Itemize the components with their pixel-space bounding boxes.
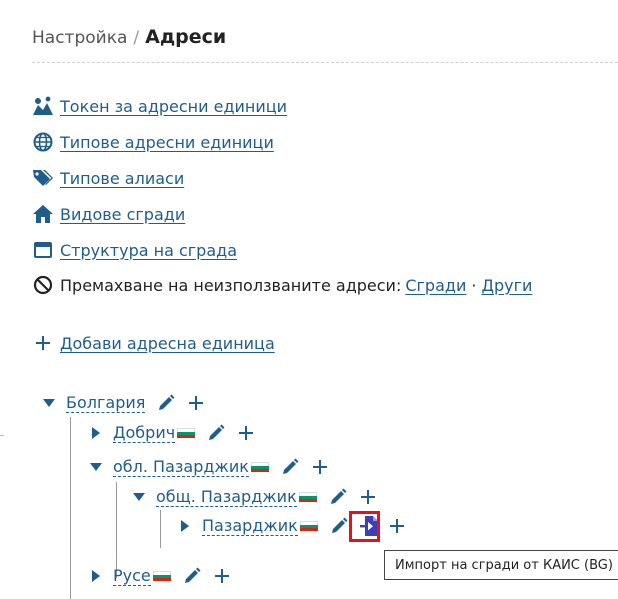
pencil-icon[interactable]	[327, 486, 349, 508]
breadcrumb-parent[interactable]: Настройка	[32, 28, 127, 48]
tags-icon	[32, 167, 54, 189]
bulgaria-flag-icon	[298, 492, 317, 502]
remove-separator: ·	[471, 275, 477, 295]
caret-down-icon[interactable]	[89, 463, 103, 471]
remove-unused-label: Премахване на неизползваните адреси:	[60, 275, 402, 295]
tree-node-pazardzhik-label[interactable]: Пазарджик	[202, 516, 298, 536]
plus-icon	[32, 332, 54, 354]
menu-aliases: Типове алиаси	[32, 166, 184, 190]
pencil-icon[interactable]	[279, 456, 301, 478]
caret-right-icon[interactable]	[178, 520, 192, 532]
caret-down-icon[interactable]	[42, 399, 56, 407]
bulgaria-flag-icon	[250, 462, 269, 472]
tree-node-obsht-pazardzhik-label[interactable]: общ. Пазарджик	[156, 487, 297, 507]
window-icon	[32, 239, 54, 261]
plus-icon[interactable]	[357, 486, 379, 508]
breadcrumb: Настройка / Адреси	[32, 26, 226, 48]
menu-types: Типове адресни единици	[32, 130, 274, 154]
add-unit-link[interactable]: Добави адресна единица	[60, 334, 275, 353]
tree-node-dobrich: Добрич	[89, 421, 257, 445]
globe-icon	[32, 131, 54, 153]
plus-icon[interactable]	[309, 456, 331, 478]
pencil-icon[interactable]	[328, 515, 350, 537]
menu-token: Токен за адресни единици	[32, 94, 287, 118]
plus-icon[interactable]	[211, 565, 233, 587]
tree-node-obl-pazardzhik-label[interactable]: обл. Пазарджик	[113, 457, 249, 477]
tree-guide-root	[70, 417, 71, 599]
menu-remove-unused: Премахване на неизползваните адреси: Сгр…	[32, 273, 532, 297]
caret-right-icon[interactable]	[89, 427, 103, 439]
tree-node-obl-pazardzhik: обл. Пазарджик	[89, 455, 331, 479]
tree-node-root: Болгария	[42, 391, 207, 415]
tree-node-ruse-label[interactable]: Русе	[113, 566, 151, 586]
plus-icon[interactable]	[185, 392, 207, 414]
tree-guide-obsht	[160, 510, 161, 548]
bulgaria-flag-icon	[299, 521, 318, 531]
import-highlight-box	[349, 511, 380, 542]
remove-buildings-link[interactable]: Сгради	[405, 276, 466, 295]
ban-icon	[32, 274, 54, 296]
bulgaria-flag-icon	[177, 428, 196, 438]
caret-right-icon[interactable]	[89, 570, 103, 582]
pencil-icon[interactable]	[155, 392, 177, 414]
plus-icon[interactable]	[235, 422, 257, 444]
map-pins-icon	[32, 95, 54, 117]
remove-others-link[interactable]: Други	[481, 276, 532, 295]
aliases-link[interactable]: Типове алиаси	[60, 169, 184, 188]
header-divider	[32, 62, 618, 63]
types-link[interactable]: Типове адресни единици	[60, 133, 274, 152]
edge-mark	[0, 435, 4, 436]
tree-node-root-label[interactable]: Болгария	[66, 393, 146, 413]
tree-node-ruse: Русе	[89, 564, 233, 588]
add-unit-row: Добави адресна единица	[32, 331, 275, 355]
token-link[interactable]: Токен за адресни единици	[60, 97, 287, 116]
plus-icon[interactable]	[386, 515, 408, 537]
building-structure-link[interactable]: Структура на сграда	[60, 241, 237, 260]
caret-down-icon[interactable]	[132, 493, 146, 501]
breadcrumb-separator: /	[133, 28, 140, 48]
bulgaria-flag-icon	[152, 571, 171, 581]
pencil-icon[interactable]	[181, 565, 203, 587]
home-icon	[32, 203, 54, 225]
pencil-icon[interactable]	[205, 422, 227, 444]
import-tooltip: Импорт на сгради от КАИС (BG)	[384, 550, 618, 580]
tree-node-obsht-pazardzhik: общ. Пазарджик	[132, 485, 379, 509]
menu-building-types: Видове сгради	[32, 202, 185, 226]
tree-node-dobrich-label[interactable]: Добрич	[113, 423, 176, 443]
building-types-link[interactable]: Видове сгради	[60, 205, 185, 224]
page-title: Адреси	[145, 26, 227, 48]
menu-building-structure: Структура на сграда	[32, 238, 237, 262]
